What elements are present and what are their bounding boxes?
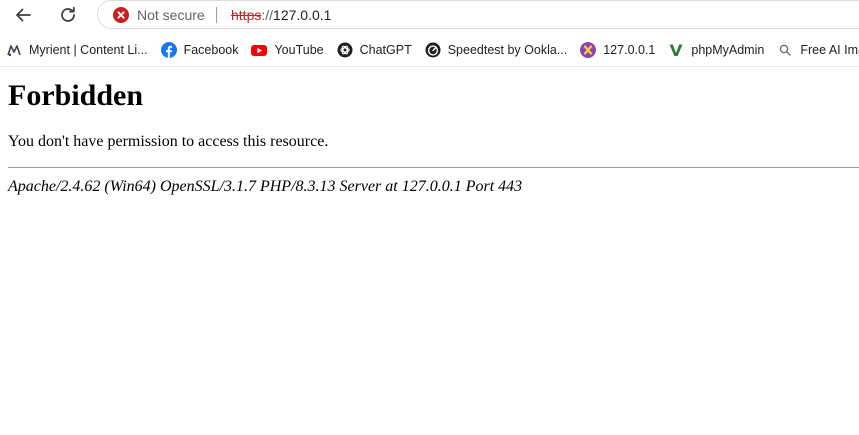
bookmark-label: Free AI Image [800, 43, 859, 57]
bookmark-myrient[interactable]: Myrient | Content Li... [0, 38, 154, 62]
bookmark-label: phpMyAdmin [691, 43, 765, 57]
youtube-icon [251, 42, 268, 58]
bookmark-label: Facebook [183, 43, 239, 57]
security-label: Not secure [137, 7, 205, 23]
page-content: Forbidden You don't have permission to a… [8, 67, 859, 196]
bookmark-youtube[interactable]: YouTube [244, 38, 329, 62]
bookmark-label: 127.0.0.1 [603, 43, 656, 57]
bookmark-speedtest[interactable]: Speedtest by Ookla... [418, 38, 574, 62]
xampp-icon [580, 42, 597, 58]
divider [8, 167, 859, 168]
browser-toolbar: Not secure https://127.0.0.1 [0, 0, 859, 30]
reload-icon [58, 5, 78, 25]
bookmark-localhost[interactable]: 127.0.0.1 [573, 38, 661, 62]
back-button[interactable] [10, 2, 36, 28]
bookmarks-bar: Myrient | Content Li... Facebook YouTube… [0, 36, 859, 64]
speedtest-icon [425, 42, 441, 58]
reload-button[interactable] [55, 2, 81, 28]
bookmark-label: YouTube [274, 43, 324, 57]
search-icon [777, 42, 793, 58]
bookmark-free-ai-image[interactable]: Free AI Image [770, 38, 859, 62]
bookmark-chatgpt[interactable]: ChatGPT [330, 38, 418, 62]
bookmark-facebook[interactable]: Facebook [154, 38, 245, 62]
omnibox-divider [216, 7, 217, 23]
bookmark-phpmyadmin[interactable]: phpMyAdmin [661, 38, 770, 62]
facebook-icon [160, 42, 177, 58]
address-bar[interactable]: Not secure https://127.0.0.1 [97, 0, 859, 29]
page-title: Forbidden [8, 79, 144, 112]
url-scheme: https [231, 7, 262, 23]
url-separator: :// [261, 7, 274, 23]
myrient-icon [6, 42, 22, 58]
arrow-left-icon [13, 5, 33, 25]
security-chip[interactable]: Not secure [113, 5, 205, 25]
url-host: 127.0.0.1 [273, 7, 332, 23]
bookmark-label: Myrient | Content Li... [29, 43, 148, 57]
url-text[interactable]: https://127.0.0.1 [231, 6, 331, 24]
bookmark-label: Speedtest by Ookla... [447, 43, 568, 57]
chatgpt-icon [337, 42, 353, 58]
error-message: You don't have permission to access this… [8, 133, 329, 150]
server-signature: Apache/2.4.62 (Win64) OpenSSL/3.1.7 PHP/… [8, 178, 523, 195]
bookmark-label: ChatGPT [359, 43, 412, 57]
phpmyadmin-icon [668, 42, 684, 58]
error-circle-icon [113, 7, 129, 23]
